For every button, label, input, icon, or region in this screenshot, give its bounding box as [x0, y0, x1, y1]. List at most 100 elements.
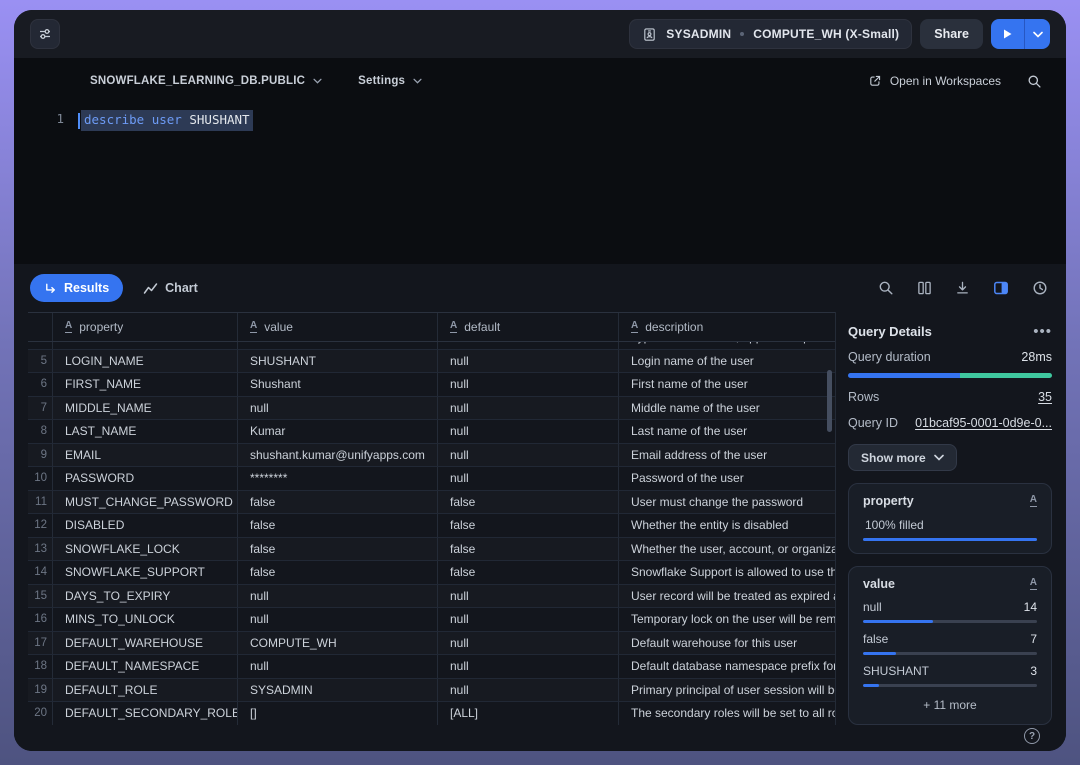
search-results-icon[interactable] [878, 280, 894, 296]
cell-description[interactable]: Type of the account, application packa [618, 342, 835, 349]
cell-default[interactable]: false [437, 491, 618, 514]
cell-value[interactable]: Shushant [237, 373, 437, 396]
database-schema-selector[interactable]: SNOWFLAKE_LEARNING_DB.PUBLIC [90, 75, 322, 87]
run-options-button[interactable] [1025, 19, 1050, 49]
cell-description[interactable]: Login name of the user [618, 350, 835, 373]
cell-property[interactable]: TYPE [52, 342, 237, 349]
property-stats-card[interactable]: property A 100% filled [848, 483, 1052, 554]
cell-property[interactable]: DISABLED [52, 514, 237, 537]
cell-default[interactable]: null [437, 397, 618, 420]
cell-property[interactable]: EMAIL [52, 444, 237, 467]
table-row[interactable]: 18 DEFAULT_NAMESPACE null null Default d… [28, 655, 835, 679]
cell-description[interactable]: Default database namespace prefix for [618, 655, 835, 678]
column-header-value[interactable]: Avalue [237, 313, 437, 341]
cell-value[interactable]: ******** [237, 467, 437, 490]
query-id-link[interactable]: 01bcaf95-0001-0d9e-0... [915, 416, 1052, 430]
vertical-scrollbar[interactable] [827, 370, 832, 432]
cell-property[interactable]: DEFAULT_ROLE [52, 679, 237, 702]
cell-property[interactable]: FIRST_NAME [52, 373, 237, 396]
cell-value[interactable]: null [237, 397, 437, 420]
cell-value[interactable]: null [237, 655, 437, 678]
cell-value[interactable]: null [237, 608, 437, 631]
context-selector[interactable]: SYSADMIN COMPUTE_WH (X-Small) [629, 19, 912, 49]
tab-chart[interactable]: Chart [143, 281, 198, 295]
worksheet-config-button[interactable] [30, 19, 60, 49]
cell-default[interactable]: null [437, 632, 618, 655]
table-row[interactable]: 15 DAYS_TO_EXPIRY null null User record … [28, 585, 835, 609]
cell-description[interactable]: Password of the user [618, 467, 835, 490]
cell-property[interactable]: PASSWORD [52, 467, 237, 490]
cell-description[interactable]: Middle name of the user [618, 397, 835, 420]
cell-description[interactable]: Whether the entity is disabled [618, 514, 835, 537]
table-row[interactable]: 16 MINS_TO_UNLOCK null null Temporary lo… [28, 608, 835, 632]
cell-description[interactable]: First name of the user [618, 373, 835, 396]
cell-description[interactable]: User record will be treated as expired a [618, 585, 835, 608]
cell-default[interactable]: false [437, 538, 618, 561]
query-duration-bar[interactable] [848, 373, 1052, 378]
cell-property[interactable]: DAYS_TO_EXPIRY [52, 585, 237, 608]
cell-default[interactable]: null [437, 420, 618, 443]
table-row[interactable]: 10 PASSWORD ******** null Password of th… [28, 467, 835, 491]
table-row[interactable]: 20 DEFAULT_SECONDARY_ROLES [] [ALL] The … [28, 702, 835, 725]
table-row[interactable]: 14 SNOWFLAKE_SUPPORT false false Snowfla… [28, 561, 835, 585]
value-more-link[interactable]: + 11 more [863, 698, 1037, 712]
cell-default[interactable]: null [437, 342, 618, 349]
value-stats-card[interactable]: value A null 14 false 7 SHUSHANT 3 + 11 … [848, 566, 1052, 725]
cell-default[interactable]: false [437, 514, 618, 537]
table-row[interactable]: 13 SNOWFLAKE_LOCK false false Whether th… [28, 538, 835, 562]
table-row[interactable]: 17 DEFAULT_WAREHOUSE COMPUTE_WH null Def… [28, 632, 835, 656]
cell-value[interactable]: null [237, 585, 437, 608]
rows-count-link[interactable]: 35 [1038, 390, 1052, 404]
cell-description[interactable]: Primary principal of user session will b… [618, 679, 835, 702]
value-histogram-item[interactable]: null 14 [863, 600, 1037, 623]
cell-description[interactable]: The secondary roles will be set to all r… [618, 702, 835, 725]
settings-menu[interactable]: Settings [358, 75, 422, 87]
cell-default[interactable]: [ALL] [437, 702, 618, 725]
cell-property[interactable]: DEFAULT_NAMESPACE [52, 655, 237, 678]
cell-value[interactable]: SYSADMIN [237, 679, 437, 702]
cell-value[interactable]: Kumar [237, 420, 437, 443]
value-histogram-item[interactable]: SHUSHANT 3 [863, 664, 1037, 687]
cell-default[interactable]: null [437, 444, 618, 467]
open-in-workspaces-button[interactable]: Open in Workspaces [868, 74, 1001, 88]
cell-value[interactable]: false [237, 538, 437, 561]
cell-property[interactable]: MUST_CHANGE_PASSWORD [52, 491, 237, 514]
table-row[interactable]: 6 FIRST_NAME Shushant null First name of… [28, 373, 835, 397]
code-area[interactable]: 1 describe user SHUSHANT [14, 110, 1066, 131]
cell-property[interactable]: SNOWFLAKE_SUPPORT [52, 561, 237, 584]
table-row[interactable]: 4 TYPE null null Type of the account, ap… [28, 342, 835, 350]
cell-default[interactable]: null [437, 655, 618, 678]
cell-default[interactable]: null [437, 679, 618, 702]
cell-property[interactable]: DEFAULT_WAREHOUSE [52, 632, 237, 655]
value-histogram-item[interactable]: false 7 [863, 632, 1037, 655]
cell-description[interactable]: Last name of the user [618, 420, 835, 443]
cell-value[interactable]: COMPUTE_WH [237, 632, 437, 655]
table-row[interactable]: 7 MIDDLE_NAME null null Middle name of t… [28, 397, 835, 421]
cell-property[interactable]: DEFAULT_SECONDARY_ROLES [52, 702, 237, 725]
cell-value[interactable]: false [237, 491, 437, 514]
cell-description[interactable]: Snowflake Support is allowed to use th [618, 561, 835, 584]
show-more-button[interactable]: Show more [848, 444, 957, 471]
cell-property[interactable]: MIDDLE_NAME [52, 397, 237, 420]
table-row[interactable]: 12 DISABLED false false Whether the enti… [28, 514, 835, 538]
cell-description[interactable]: Temporary lock on the user will be rem [618, 608, 835, 631]
cell-value[interactable]: SHUSHANT [237, 350, 437, 373]
cell-default[interactable]: null [437, 350, 618, 373]
cell-value[interactable]: false [237, 561, 437, 584]
cell-default[interactable]: null [437, 608, 618, 631]
cell-property[interactable]: SNOWFLAKE_LOCK [52, 538, 237, 561]
cell-value[interactable]: null [237, 342, 437, 349]
column-header-default[interactable]: Adefault [437, 313, 618, 341]
side-panel-toggle-icon[interactable] [993, 280, 1009, 296]
run-button[interactable] [991, 19, 1024, 49]
column-header-description[interactable]: Adescription [618, 313, 835, 341]
query-history-icon[interactable] [1032, 280, 1048, 296]
cell-description[interactable]: Whether the user, account, or organiza [618, 538, 835, 561]
cell-description[interactable]: Default warehouse for this user [618, 632, 835, 655]
cell-property[interactable]: MINS_TO_UNLOCK [52, 608, 237, 631]
cell-description[interactable]: Email address of the user [618, 444, 835, 467]
cell-default[interactable]: null [437, 467, 618, 490]
table-row[interactable]: 8 LAST_NAME Kumar null Last name of the … [28, 420, 835, 444]
column-header-property[interactable]: Aproperty [52, 313, 237, 341]
table-row[interactable]: 9 EMAIL shushant.kumar@unifyapps.com nul… [28, 444, 835, 468]
